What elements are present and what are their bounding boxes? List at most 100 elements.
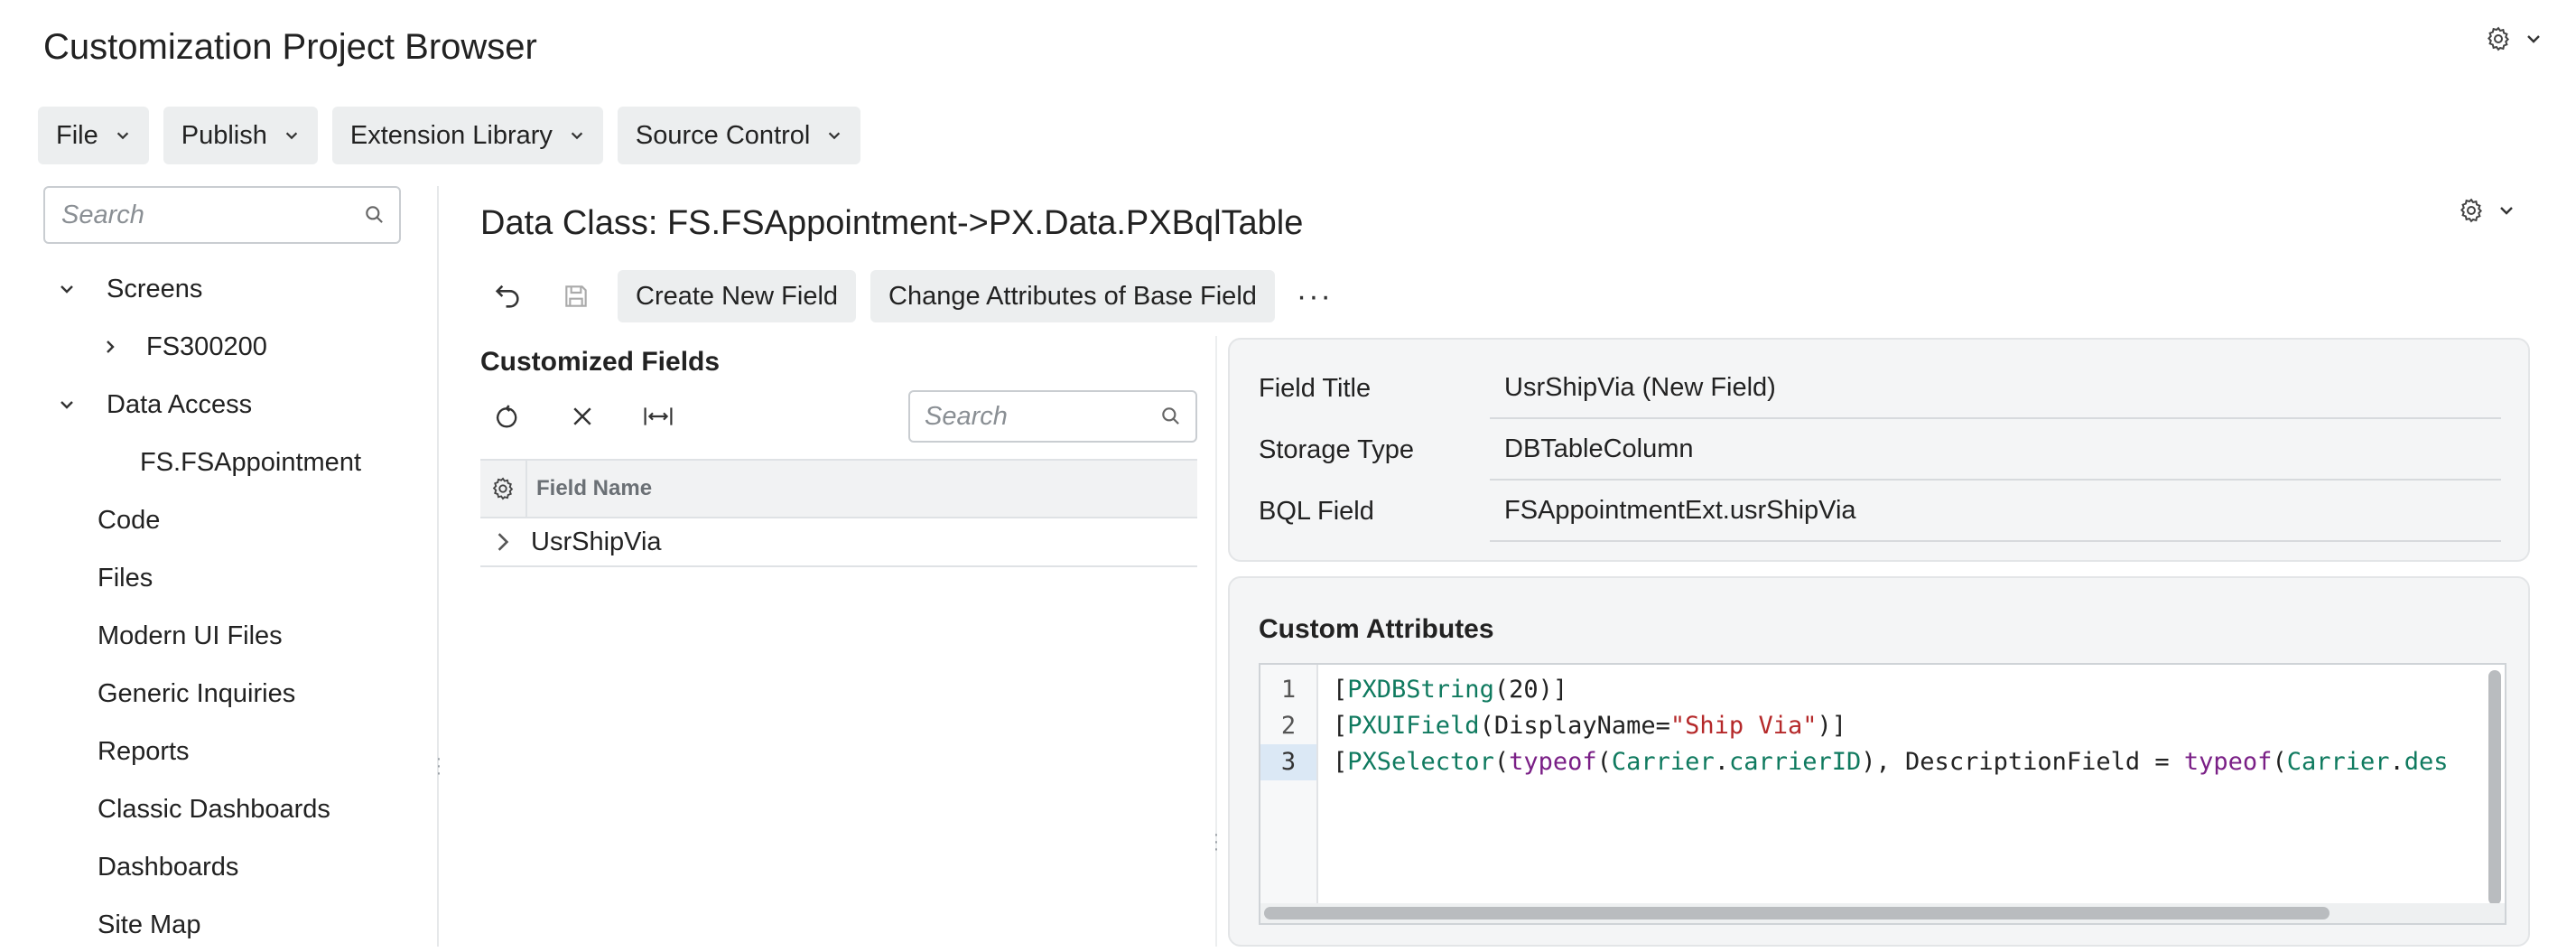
gear-icon bbox=[2458, 197, 2485, 224]
screen-settings-button[interactable] bbox=[2458, 197, 2516, 224]
menu-bar: File Publish Extension Library Source Co… bbox=[38, 107, 861, 164]
storage-type-label: Storage Type bbox=[1259, 434, 1414, 464]
tree-item-fsappointment[interactable]: FS.FSAppointment bbox=[140, 435, 361, 490]
code-editor[interactable]: 1 2 3 [PXDBString(20)] [PXUIField(Displa… bbox=[1259, 663, 2506, 925]
tree-item-classic-dashboards[interactable]: Classic Dashboards bbox=[98, 782, 330, 836]
horizontal-scrollbar[interactable] bbox=[1264, 907, 2330, 919]
global-settings-button[interactable] bbox=[2485, 25, 2543, 52]
chevron-down-icon[interactable] bbox=[58, 396, 81, 414]
storage-type-row: Storage Type DBTableColumn bbox=[1259, 419, 2501, 481]
chevron-down-icon bbox=[2497, 201, 2516, 219]
tree-item-label: Reports bbox=[98, 736, 190, 766]
custom-attributes-title: Custom Attributes bbox=[1259, 614, 1494, 644]
fit-columns-icon bbox=[642, 403, 674, 430]
splitter-handle-icon[interactable]: · · · bbox=[433, 750, 444, 782]
code-line[interactable]: [PXUIField(DisplayName="Ship Via")] bbox=[1333, 708, 1846, 744]
chevron-down-icon[interactable] bbox=[58, 280, 81, 298]
customized-fields-title: Customized Fields bbox=[480, 347, 721, 377]
undo-button[interactable] bbox=[480, 269, 535, 323]
chevron-down-icon bbox=[569, 127, 585, 144]
chevron-down-icon bbox=[2525, 30, 2543, 48]
tree-item-label: Code bbox=[98, 505, 161, 535]
close-icon bbox=[569, 403, 596, 430]
field-title-label: Field Title bbox=[1259, 373, 1372, 403]
horizontal-scrollbar-track[interactable] bbox=[1260, 903, 2505, 923]
tree-item-label: Data Access bbox=[107, 389, 253, 419]
search-icon[interactable] bbox=[1159, 405, 1183, 428]
gear-icon bbox=[2485, 25, 2512, 52]
table-row[interactable]: UsrShipVia bbox=[480, 518, 1197, 567]
tree-item-label: Site Map bbox=[98, 910, 201, 939]
grid-search bbox=[908, 390, 1197, 443]
grid-search-input[interactable] bbox=[923, 400, 1159, 433]
file-menu-button[interactable]: File bbox=[38, 107, 149, 164]
refresh-button[interactable] bbox=[480, 390, 533, 443]
chevron-right-icon bbox=[493, 529, 513, 555]
source-control-menu-label: Source Control bbox=[635, 120, 811, 150]
column-settings-button[interactable] bbox=[480, 461, 527, 517]
gear-icon bbox=[490, 476, 516, 501]
line-number-gutter: 1 2 3 bbox=[1260, 665, 1318, 923]
customized-fields-grid: Field Name UsrShipVia bbox=[480, 459, 1197, 567]
chevron-right-icon[interactable] bbox=[101, 338, 125, 356]
line-number: 1 bbox=[1280, 676, 1297, 704]
fit-columns-button[interactable] bbox=[632, 390, 684, 443]
splitter-handle-icon[interactable]: · · · bbox=[1211, 826, 1222, 858]
code-line[interactable]: [PXDBString(20)] bbox=[1333, 672, 1567, 708]
undo-icon bbox=[492, 281, 523, 312]
tree-item-code[interactable]: Code bbox=[98, 493, 160, 547]
extension-library-menu-button[interactable]: Extension Library bbox=[331, 107, 603, 164]
delete-row-button[interactable] bbox=[556, 390, 609, 443]
grid-header: Field Name bbox=[480, 459, 1197, 518]
storage-type-value: DBTableColumn bbox=[1490, 419, 2501, 481]
tree-item-label: Screens bbox=[107, 274, 203, 303]
change-attributes-button[interactable]: Change Attributes of Base Field bbox=[870, 270, 1275, 322]
bql-field-value: FSAppointmentExt.usrShipVia bbox=[1490, 481, 2501, 542]
sidebar-search-input[interactable] bbox=[60, 199, 363, 231]
tree-item-label: FS.FSAppointment bbox=[140, 447, 361, 477]
page-title: Customization Project Browser bbox=[43, 27, 537, 67]
extension-library-menu-label: Extension Library bbox=[349, 120, 553, 150]
source-control-menu-button[interactable]: Source Control bbox=[617, 107, 861, 164]
search-icon[interactable] bbox=[363, 203, 386, 227]
field-name-column-header[interactable]: Field Name bbox=[527, 476, 652, 501]
field-title-row: Field Title UsrShipVia (New Field) bbox=[1259, 358, 2501, 419]
publish-menu-label: Publish bbox=[181, 120, 267, 150]
tree-item-screens[interactable]: Screens bbox=[58, 262, 202, 316]
tree-item-data-access[interactable]: Data Access bbox=[58, 378, 252, 432]
tree-item-label: Modern UI Files bbox=[98, 621, 283, 650]
save-button[interactable] bbox=[549, 269, 603, 323]
more-actions-button[interactable]: ··· bbox=[1289, 270, 1340, 322]
save-icon bbox=[562, 282, 591, 311]
vertical-scrollbar[interactable] bbox=[2488, 670, 2501, 905]
line-number: 2 bbox=[1280, 712, 1297, 740]
data-class-title: Data Class: FS.FSAppointment->PX.Data.PX… bbox=[480, 204, 1304, 242]
row-expand-button[interactable] bbox=[480, 529, 525, 555]
chevron-down-icon bbox=[284, 127, 300, 144]
tree-item-site-map[interactable]: Site Map bbox=[98, 898, 200, 952]
tree-item-label: Files bbox=[98, 563, 153, 593]
sidebar-search bbox=[43, 186, 401, 244]
tree-item-generic-inquiries[interactable]: Generic Inquiries bbox=[98, 667, 295, 721]
tree-item-label: Generic Inquiries bbox=[98, 678, 296, 708]
refresh-icon bbox=[492, 402, 521, 431]
tree-item-label: FS300200 bbox=[146, 331, 267, 361]
grid-toolbar bbox=[480, 390, 684, 443]
chevron-down-icon bbox=[826, 127, 842, 144]
create-new-field-button[interactable]: Create New Field bbox=[618, 270, 857, 322]
publish-menu-button[interactable]: Publish bbox=[163, 107, 318, 164]
tree-item-reports[interactable]: Reports bbox=[98, 724, 190, 779]
code-line[interactable]: [PXSelector(typeof(Carrier.carrierID), D… bbox=[1333, 744, 2449, 780]
tree-item-modern-ui-files[interactable]: Modern UI Files bbox=[98, 609, 283, 663]
bql-field-label: BQL Field bbox=[1259, 496, 1374, 526]
tree-item-files[interactable]: Files bbox=[98, 551, 153, 605]
field-properties-panel: Field Title UsrShipVia (New Field) Stora… bbox=[1228, 338, 2530, 562]
field-name-cell: UsrShipVia bbox=[531, 527, 662, 556]
tree-item-fs300200[interactable]: FS300200 bbox=[101, 320, 267, 374]
tree-item-label: Dashboards bbox=[98, 852, 239, 882]
bql-field-row: BQL Field FSAppointmentExt.usrShipVia bbox=[1259, 481, 2501, 542]
main-toolbar: Create New Field Change Attributes of Ba… bbox=[480, 269, 1340, 323]
line-number-active: 3 bbox=[1260, 744, 1316, 780]
tree-item-dashboards[interactable]: Dashboards bbox=[98, 840, 238, 894]
sidebar-splitter[interactable] bbox=[437, 186, 439, 947]
